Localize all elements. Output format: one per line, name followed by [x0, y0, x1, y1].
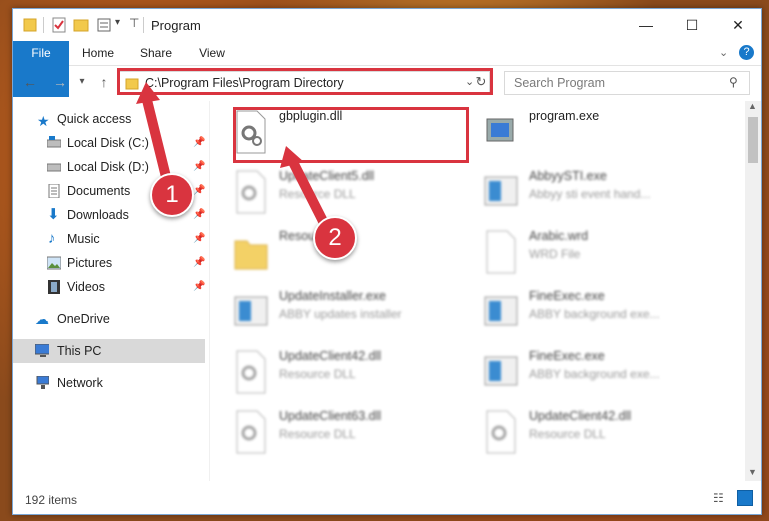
callout-1: 1	[150, 173, 194, 217]
annotation-overlay	[136, 82, 335, 240]
callout-2: 2	[313, 216, 357, 260]
arrowhead-1	[136, 82, 160, 104]
arrow-1	[141, 91, 173, 190]
arrowhead-2	[280, 146, 304, 168]
